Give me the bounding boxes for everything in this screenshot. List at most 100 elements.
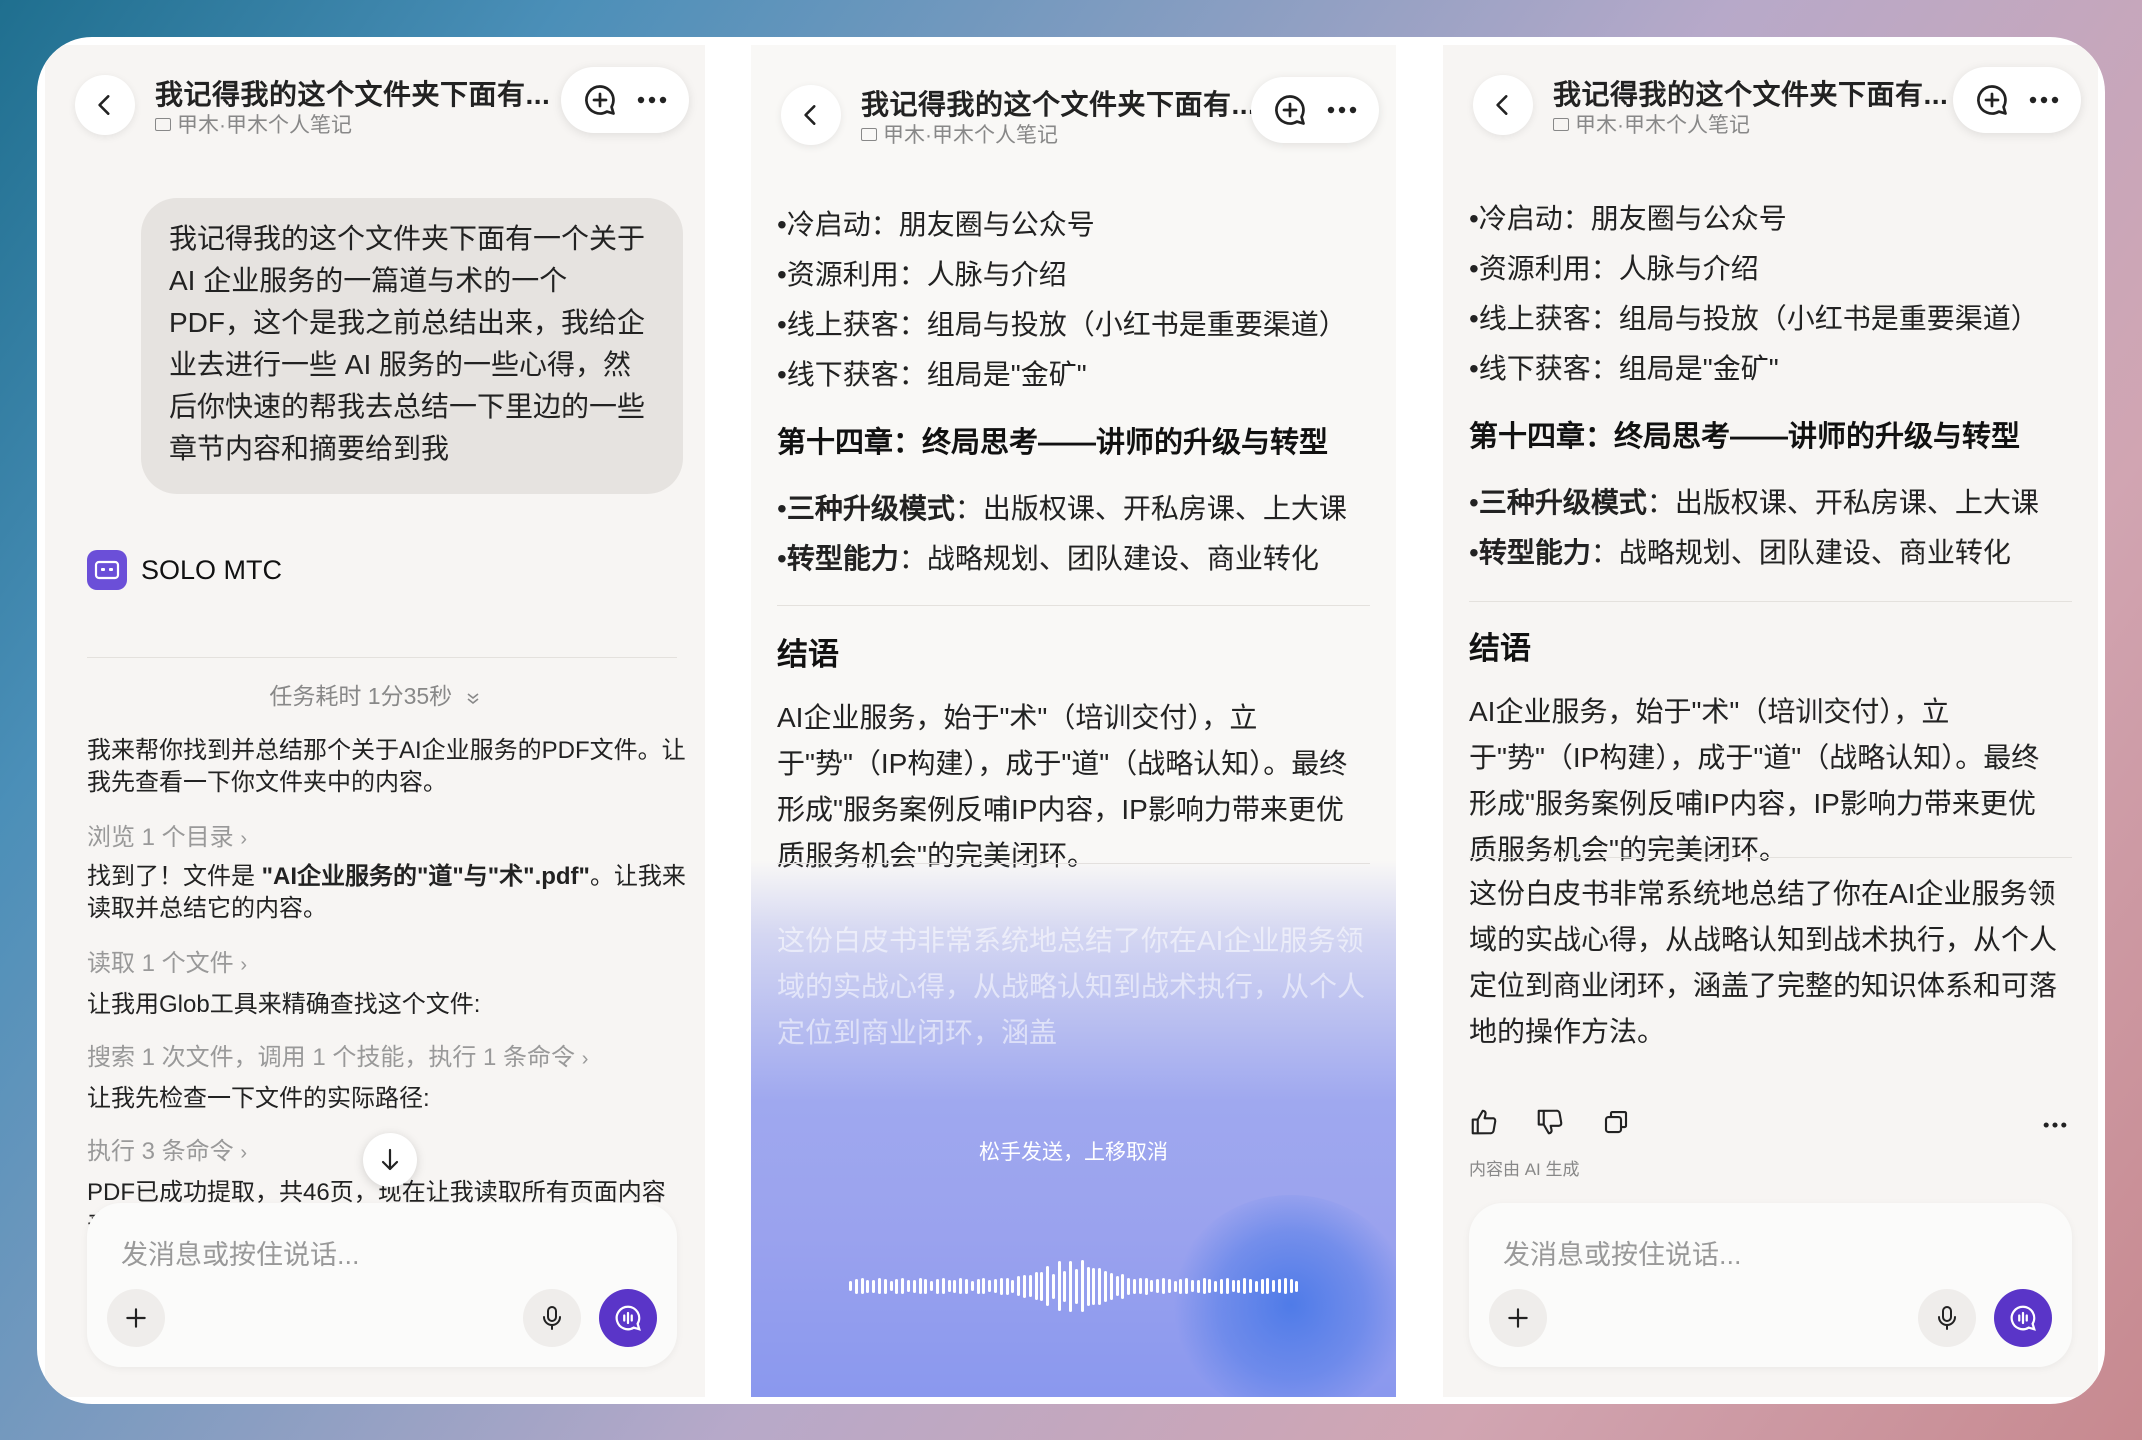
waveform-bar xyxy=(1185,1278,1189,1294)
back-icon xyxy=(1496,95,1508,115)
step-browse-dir[interactable]: 浏览 1 个目录 › xyxy=(87,817,247,852)
chat-panel-left: 我记得我的这个文件夹下面有... 甲木·甲木个人笔记 我记得我的这个文件夹下面有… xyxy=(45,45,705,1397)
waveform-bar xyxy=(872,1279,876,1293)
conclusion-paragraph: AI企业服务，始于"术"（培训交付），立于"势"（IP构建），成于"道"（战略认… xyxy=(777,702,1348,871)
waveform-bar xyxy=(947,1280,951,1292)
mic-button[interactable] xyxy=(1918,1289,1976,1347)
message-composer[interactable]: 发消息或按住说话... xyxy=(1469,1203,2072,1367)
waveform-bar xyxy=(1057,1261,1061,1311)
bullet-item: •线上获客：组局与投放（小红书是重要渠道） xyxy=(777,309,1347,340)
waveform-bar xyxy=(1173,1280,1177,1292)
waveform-bar xyxy=(1237,1279,1241,1293)
waveform-bar xyxy=(970,1281,974,1291)
waveform-bar xyxy=(1017,1276,1021,1296)
agent-logo-icon xyxy=(87,550,127,590)
breadcrumb-text: 甲木·甲木个人笔记 xyxy=(1575,114,1750,137)
waveform-bar xyxy=(1063,1270,1067,1302)
waveform-bar xyxy=(1115,1276,1119,1296)
new-chat-icon[interactable] xyxy=(582,82,618,118)
more-icon[interactable] xyxy=(2040,1121,2070,1129)
waveform-bar xyxy=(895,1278,899,1294)
bullet-item: •三种升级模式：出版权课、开私房课、上大课 xyxy=(777,493,1347,524)
waveform-bar xyxy=(1214,1280,1218,1292)
waveform-bar xyxy=(1196,1279,1200,1293)
divider xyxy=(87,657,677,658)
chevron-right-icon: › xyxy=(240,828,248,850)
bullet-value: ：战略规划、团队建设、商业转化 xyxy=(898,543,1319,574)
more-icon[interactable] xyxy=(1326,105,1358,115)
file-name: "AI企业服务的"道"与"术".pdf" xyxy=(261,863,590,890)
bullet-item: •线下获客：组局是"金矿" xyxy=(777,359,1087,390)
voice-send-button[interactable] xyxy=(1994,1289,2052,1347)
chat-header: 我记得我的这个文件夹下面有... 甲木·甲木个人笔记 xyxy=(751,55,1396,165)
new-chat-icon[interactable] xyxy=(1974,82,2010,118)
back-button[interactable] xyxy=(1473,75,1533,135)
breadcrumb-text: 甲木·甲木个人笔记 xyxy=(177,114,352,137)
waveform-bar xyxy=(1150,1280,1154,1292)
folder-icon xyxy=(1553,117,1569,131)
voice-send-button[interactable] xyxy=(599,1289,657,1347)
waveform-bar xyxy=(1104,1270,1108,1302)
page-title: 我记得我的这个文件夹下面有... xyxy=(155,79,551,110)
chevron-right-icon: › xyxy=(581,1048,589,1070)
waveform-bar xyxy=(860,1278,864,1294)
mic-button[interactable] xyxy=(523,1289,581,1347)
waveform-bar xyxy=(1011,1279,1015,1293)
more-icon[interactable] xyxy=(636,95,668,105)
bullet-item: •线下获客：组局是"金矿" xyxy=(1469,353,1779,384)
message-input[interactable]: 发消息或按住说话... xyxy=(1503,1233,1742,1272)
chevron-right-icon: › xyxy=(240,954,248,976)
page-title: 我记得我的这个文件夹下面有... xyxy=(1553,79,1949,110)
waveform-bar xyxy=(883,1278,887,1294)
step-label: 执行 3 条命令 xyxy=(87,1138,234,1165)
agent-label: SOLO MTC xyxy=(87,550,282,590)
back-button[interactable] xyxy=(781,85,841,145)
agent-name: SOLO MTC xyxy=(141,554,283,585)
bullet-value: ：出版权课、开私房课、上大课 xyxy=(954,493,1347,524)
back-icon xyxy=(98,95,110,115)
waveform-bar xyxy=(953,1279,957,1293)
step-commands[interactable]: 执行 3 条命令 › xyxy=(87,1131,247,1166)
waveform-bar xyxy=(1092,1267,1096,1305)
message-composer[interactable]: 发消息或按住说话... xyxy=(87,1203,677,1367)
divider xyxy=(1469,601,2072,602)
waveform-bar xyxy=(982,1278,986,1294)
page-title: 我记得我的这个文件夹下面有... xyxy=(861,89,1257,120)
step-read-file[interactable]: 读取 1 个文件 › xyxy=(87,943,247,978)
waveform-bar xyxy=(1028,1275,1032,1297)
waveform-bar xyxy=(854,1278,858,1294)
waveform-bar xyxy=(1127,1277,1131,1295)
back-icon xyxy=(804,105,816,125)
assistant-message: 让我用Glob工具来精确查找这个文件: xyxy=(87,991,481,1018)
voice-send-icon xyxy=(615,1305,641,1331)
thumbs-down-icon[interactable] xyxy=(1535,1107,1565,1137)
step-search[interactable]: 搜索 1 次文件，调用 1 个技能，执行 1 条命令 › xyxy=(87,1037,588,1072)
screenshot-card: 我记得我的这个文件夹下面有... 甲木·甲木个人笔记 我记得我的这个文件夹下面有… xyxy=(37,37,2105,1404)
bullet-item: •资源利用：人脉与介绍 xyxy=(1469,253,1759,284)
message-actions xyxy=(1469,1107,1631,1137)
step-label: 浏览 1 个目录 xyxy=(87,824,234,851)
chat-panel-right: 我记得我的这个文件夹下面有... 甲木·甲木个人笔记 •冷启动：朋友圈与公众号 … xyxy=(1443,45,2098,1397)
copy-icon[interactable] xyxy=(1601,1107,1631,1137)
task-timer[interactable]: 任务耗时 1分35秒 xyxy=(45,677,705,711)
more-icon[interactable] xyxy=(2028,95,2060,105)
summary-paragraph: 这份白皮书非常系统地总结了你在AI企业服务领域的实战心得，从战略认知到战术执行，… xyxy=(1469,878,2058,1047)
new-chat-icon[interactable] xyxy=(1272,92,1308,128)
scroll-to-bottom-button[interactable] xyxy=(363,1133,417,1187)
add-button[interactable] xyxy=(107,1289,165,1347)
waveform-bar xyxy=(901,1278,905,1294)
user-message: 我记得我的这个文件夹下面有一个关于 AI 企业服务的一篇道与术的一个 PDF，这… xyxy=(141,198,683,494)
waveform-bar xyxy=(1295,1280,1299,1292)
waveform-bar xyxy=(889,1281,893,1291)
waveform-bar xyxy=(941,1278,945,1294)
waveform-bar xyxy=(906,1280,910,1292)
chat-header: 我记得我的这个文件夹下面有... 甲木·甲木个人笔记 xyxy=(45,45,705,155)
waveform-bar xyxy=(1162,1278,1166,1294)
message-input[interactable]: 发消息或按住说话... xyxy=(121,1233,360,1272)
back-button[interactable] xyxy=(75,75,135,135)
section-heading: 结语 xyxy=(777,637,839,672)
add-button[interactable] xyxy=(1489,1289,1547,1347)
thumbs-up-icon[interactable] xyxy=(1469,1107,1499,1137)
waveform-bar xyxy=(964,1278,968,1294)
waveform-bar xyxy=(1289,1279,1293,1293)
